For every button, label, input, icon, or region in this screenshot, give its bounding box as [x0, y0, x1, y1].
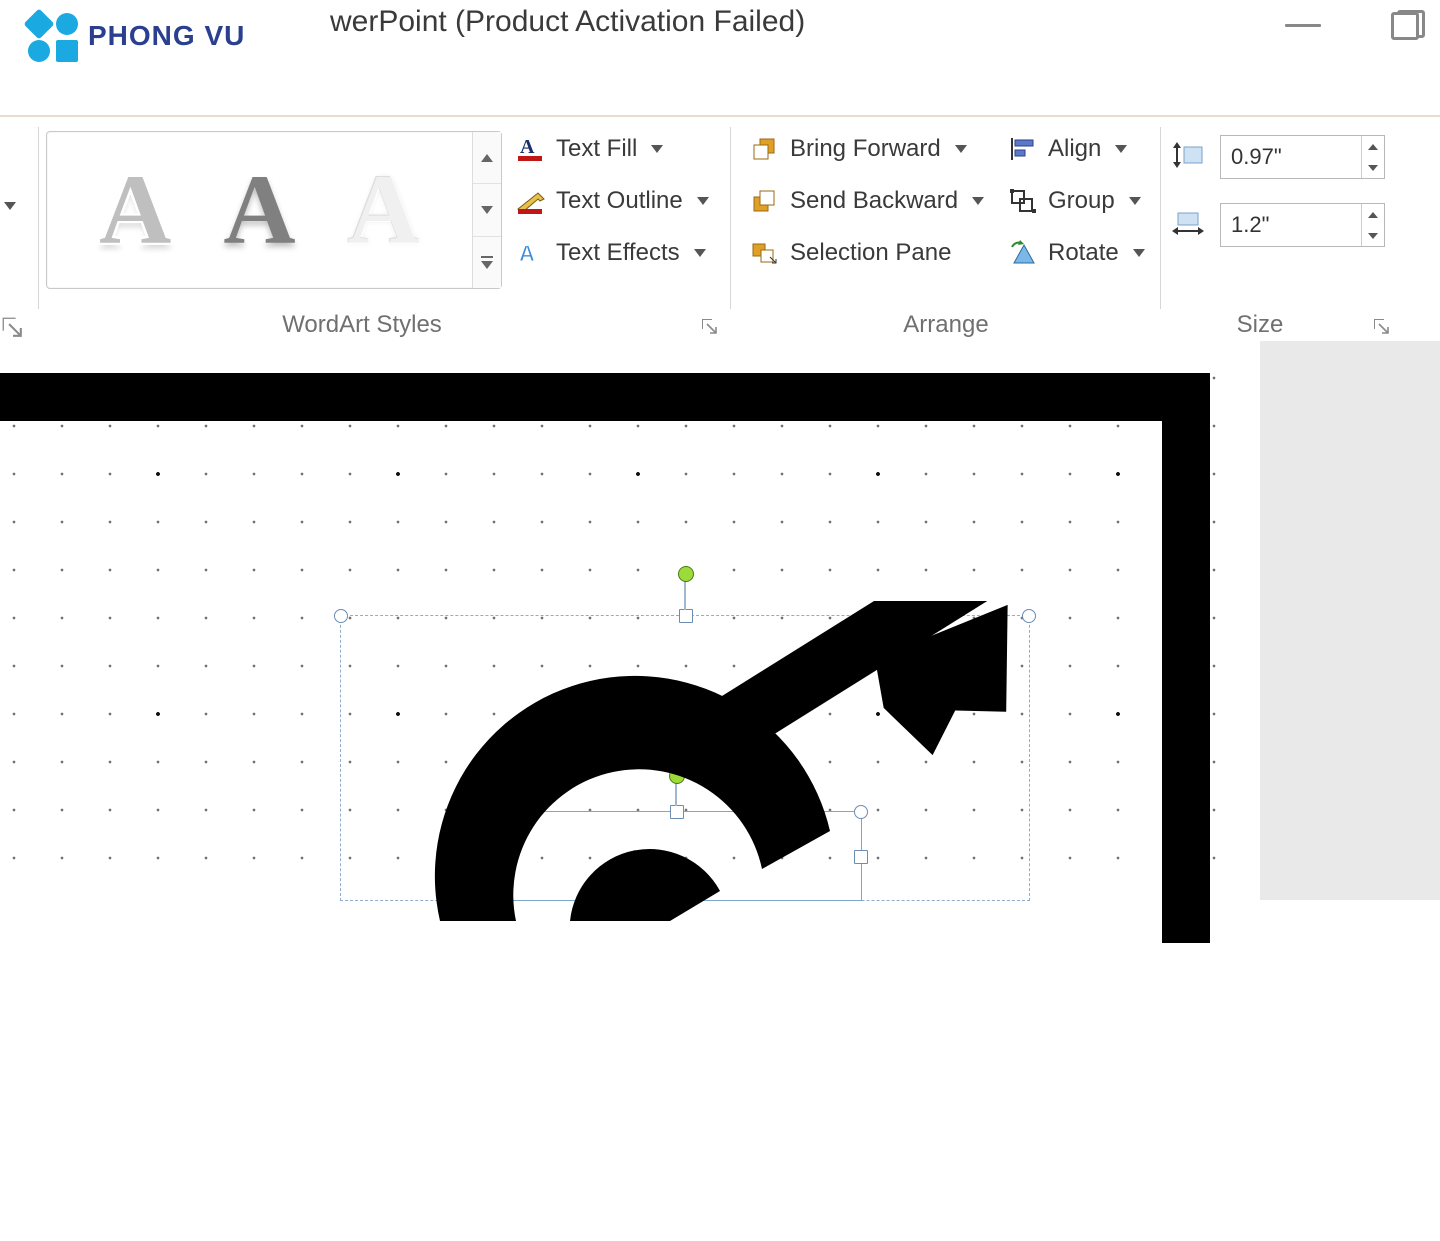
slide-canvas[interactable] — [0, 341, 1440, 900]
size-group-label: Size — [1200, 311, 1320, 339]
scroll-gutter — [1260, 341, 1440, 900]
height-spinner[interactable] — [1220, 135, 1385, 179]
send-backward-button[interactable]: Send Backward — [744, 183, 990, 219]
wordart-style-2[interactable]: A — [223, 160, 295, 260]
rotate-button[interactable]: Rotate — [1002, 235, 1151, 271]
wordart-dialog-launcher[interactable] — [700, 317, 720, 337]
brand-logo: PHONG VU — [24, 10, 245, 62]
wordart-style-1[interactable]: A — [99, 160, 171, 260]
restore-button[interactable] — [1391, 10, 1425, 40]
selection-pane-label: Selection Pane — [790, 239, 951, 267]
send-backward-label: Send Backward — [790, 187, 958, 215]
brand-glyph-icon — [24, 10, 80, 62]
wordart-gallery[interactable]: A A A — [46, 131, 502, 289]
rotate-label: Rotate — [1048, 239, 1119, 267]
chevron-down-icon — [694, 249, 706, 257]
text-outline-icon — [516, 187, 546, 215]
height-row — [1170, 135, 1385, 179]
minimize-button[interactable] — [1285, 24, 1321, 27]
text-outline-button[interactable]: Text Outline — [510, 183, 715, 219]
text-fill-label: Text Fill — [556, 135, 637, 163]
height-down-button[interactable] — [1362, 157, 1384, 178]
text-fill-button[interactable]: A Text Fill — [510, 131, 715, 167]
rotate-icon — [1008, 239, 1038, 267]
svg-text:A: A — [520, 136, 535, 158]
group-button[interactable]: Group — [1002, 183, 1151, 219]
height-up-button[interactable] — [1362, 136, 1384, 157]
chevron-down-icon — [651, 145, 663, 153]
send-backward-icon — [750, 187, 780, 215]
align-button[interactable]: Align — [1002, 131, 1151, 167]
ribbon: A A A A Text Fill — [0, 115, 1440, 351]
text-outline-label: Text Outline — [556, 187, 683, 215]
rotate-handle-outer[interactable] — [678, 566, 694, 582]
width-row — [1170, 203, 1385, 247]
wordart-more-button[interactable] — [473, 237, 501, 288]
window-title: werPoint (Product Activation Failed) — [330, 5, 805, 39]
window-controls — [1285, 10, 1425, 40]
align-label: Align — [1048, 135, 1101, 163]
chevron-down-icon — [697, 197, 709, 205]
text-effects-label: Text Effects — [556, 239, 680, 267]
wordart-style-3[interactable]: A — [348, 160, 420, 260]
bring-forward-label: Bring Forward — [790, 135, 941, 163]
wordart-group-label: WordArt Styles — [262, 311, 462, 339]
titlebar: PHONG VU werPoint (Product Activation Fa… — [0, 0, 1440, 115]
chevron-down-icon — [1129, 197, 1141, 205]
size-dialog-launcher[interactable] — [1372, 317, 1392, 337]
arrange-group-label: Arrange — [846, 311, 1046, 339]
chevron-down-icon — [1115, 145, 1127, 153]
bring-forward-button[interactable]: Bring Forward — [744, 131, 990, 167]
width-up-button[interactable] — [1362, 204, 1384, 225]
wordart-next-button[interactable] — [473, 184, 501, 236]
shape-styles-dropdown[interactable] — [0, 189, 34, 223]
chevron-down-icon — [1133, 249, 1145, 257]
group-label: Group — [1048, 187, 1115, 215]
wordart-prev-button[interactable] — [473, 132, 501, 184]
text-fill-icon: A — [516, 135, 546, 163]
text-effects-icon: A — [516, 239, 546, 267]
align-icon — [1008, 135, 1038, 163]
width-spinner[interactable] — [1220, 203, 1385, 247]
brand-text: PHONG VU — [88, 20, 245, 52]
selection-pane-icon — [750, 239, 780, 267]
chevron-down-icon — [955, 145, 967, 153]
bring-forward-icon — [750, 135, 780, 163]
svg-text:A: A — [519, 241, 535, 266]
selection-pane-button[interactable]: Selection Pane — [744, 235, 990, 271]
group-icon — [1008, 187, 1038, 215]
width-input[interactable] — [1221, 204, 1361, 246]
text-effects-button[interactable]: A Text Effects — [510, 235, 715, 271]
height-input[interactable] — [1221, 136, 1361, 178]
group-launcher-left[interactable] — [0, 315, 26, 341]
chevron-down-icon — [972, 197, 984, 205]
width-icon — [1170, 209, 1206, 242]
width-down-button[interactable] — [1362, 225, 1384, 246]
target-arrow-shape[interactable] — [360, 601, 1060, 926]
height-icon — [1170, 141, 1206, 174]
